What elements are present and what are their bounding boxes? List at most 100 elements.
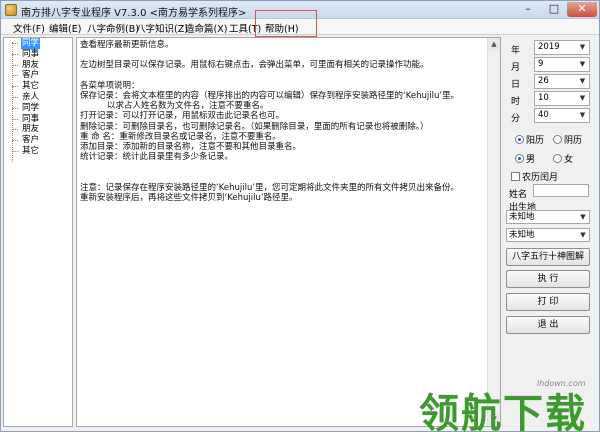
- tree-item[interactable]: 朋友: [4, 124, 72, 135]
- tree-item-label: 朋友: [22, 59, 40, 70]
- content-line: 保存记录：会将文本框里的内容（程序排出的内容可以编辑）保存到程序安装路径里的‘K…: [80, 90, 460, 101]
- tree-branch-line: [12, 64, 18, 66]
- tree-branch-line: [12, 53, 18, 55]
- tree-branch-line: [12, 118, 18, 120]
- menu-edit[interactable]: 编辑(E): [45, 21, 85, 35]
- tree-item-label: 亲人: [22, 91, 40, 102]
- solar-label: 阳历: [526, 136, 545, 146]
- tree-item[interactable]: 朋友: [4, 60, 72, 71]
- tree-item[interactable]: 同学: [4, 103, 72, 114]
- leap-month-checkbox-box: [511, 172, 520, 181]
- content-line: 以求占人姓名数为文件名，注意不要重名。: [80, 101, 269, 112]
- content-line: [80, 50, 480, 60]
- window-title: 南方排八字专业程序 V7.3.0 <南方易学系列程序>: [21, 8, 247, 19]
- leap-month-checkbox[interactable]: 农历闰月: [511, 170, 558, 183]
- dropdown-arrow-icon: ▼: [579, 94, 586, 102]
- solar-radio[interactable]: 阳历: [515, 133, 544, 146]
- tree-branch-line: [12, 129, 18, 131]
- tree-item-label: 同学: [22, 102, 40, 113]
- male-radio[interactable]: 男: [515, 152, 535, 165]
- chart-button[interactable]: 八字五行十神图解: [506, 248, 590, 266]
- day-value: 26: [538, 76, 549, 86]
- solar-radio-dot: [515, 135, 524, 144]
- tree-item-label: 客户: [22, 70, 40, 81]
- content-line: [80, 71, 480, 81]
- content-line: 重 命 名：重新修改目录名或记录名，注意不要重名。: [80, 131, 281, 142]
- tree-item[interactable]: 同事: [4, 49, 72, 60]
- content-textbox[interactable]: 查看程序最新更新信息。 左边树型目录可以保存记录。用鼠标右键点击，会弹出菜单，可里…: [76, 37, 501, 427]
- lunar-label: 阴历: [564, 136, 583, 146]
- tree-item-label: 同事: [22, 113, 40, 124]
- content-line: 注意：记录保存在程序安装路径里的‘Kehujilu’里，您可定期将此文件夹里的所…: [80, 182, 460, 193]
- tree-item[interactable]: 亲人: [4, 92, 72, 103]
- watermark-text: 领航下载: [419, 391, 587, 432]
- tree-item[interactable]: 其它: [4, 81, 72, 92]
- content-line: 重新安装程序后，再将这些文件拷贝到‘Kehujilu’路径里。: [80, 192, 298, 203]
- maximize-button[interactable]: □: [541, 2, 567, 17]
- app-logo-icon: [5, 4, 17, 16]
- tree-item-label: 其它: [22, 145, 40, 156]
- lunar-radio[interactable]: 阴历: [553, 133, 582, 146]
- help-menu-highlight-box: [255, 10, 317, 37]
- birthplace-value-2: 未知地: [509, 230, 535, 240]
- hour-select[interactable]: 10 ▼: [534, 91, 590, 106]
- year-label: 年: [511, 46, 521, 56]
- print-button[interactable]: 打 印: [506, 293, 590, 311]
- tree-item[interactable]: 其它: [4, 146, 72, 157]
- tree-item-label: 同学: [21, 38, 41, 49]
- month-select[interactable]: 9 ▼: [534, 57, 590, 72]
- minute-select[interactable]: 40 ▼: [534, 108, 590, 123]
- content-line: 添加目录：添加新的目录名称，注意不要和其他目录重名。: [80, 141, 302, 152]
- tree-branch-line: [12, 75, 18, 77]
- minimize-button[interactable]: –: [515, 2, 541, 17]
- birthplace-select-1[interactable]: 未知地 ▼: [506, 210, 590, 224]
- scroll-up-arrow-icon[interactable]: ▲: [488, 38, 500, 51]
- year-row: 年 2019 ▼: [505, 40, 597, 56]
- content-line: 各菜单项说明：: [80, 80, 140, 91]
- content-line: [80, 162, 480, 172]
- tree-item-label: 客户: [22, 135, 40, 146]
- menu-file[interactable]: 文件(F): [9, 21, 49, 35]
- dropdown-arrow-icon: ▼: [580, 231, 586, 239]
- tree-item[interactable]: 客户: [4, 135, 72, 146]
- content-line: 删除记录：可删除目录名，也可删除记录名。（如果删除目录，里面的所有记录也将被删除…: [80, 121, 429, 132]
- vertical-scrollbar[interactable]: ▲ ▼: [487, 38, 500, 426]
- record-tree[interactable]: 同学 同事 朋友 客户 其它 亲人 同学 同事 朋友 客户 其它: [3, 37, 73, 427]
- tree-item-label: 朋友: [22, 124, 40, 135]
- name-input[interactable]: [533, 184, 589, 197]
- execute-button[interactable]: 执 行: [506, 270, 590, 288]
- close-button[interactable]: ✕: [567, 2, 597, 17]
- female-label: 女: [564, 155, 574, 165]
- dropdown-arrow-icon: ▼: [579, 111, 586, 119]
- hour-row: 时 10 ▼: [505, 91, 597, 107]
- tree-item[interactable]: 客户: [4, 70, 72, 81]
- year-select[interactable]: 2019 ▼: [534, 40, 590, 55]
- day-select[interactable]: 26 ▼: [534, 74, 590, 89]
- content-line: 打开记录：可以打开记录，用鼠标双击此记录名也可。: [80, 111, 285, 122]
- input-panel: 年 2019 ▼ 月 9 ▼ 日 26 ▼ 时 10 ▼ 分 40 ▼ 阳历 阴历 男 女…: [505, 37, 597, 429]
- tree-branch-line: [12, 107, 18, 109]
- female-radio[interactable]: 女: [553, 152, 573, 165]
- dropdown-arrow-icon: ▼: [579, 60, 586, 68]
- tree-items: 同学 同事 朋友 客户 其它 亲人 同学 同事 朋友 客户 其它: [4, 38, 72, 157]
- dropdown-arrow-icon: ▼: [580, 213, 586, 221]
- name-row: 姓名: [505, 184, 597, 200]
- hour-value: 10: [538, 93, 549, 103]
- birthplace-select-2[interactable]: 未知地 ▼: [506, 228, 590, 242]
- tree-branch-line: [12, 96, 18, 98]
- tree-item[interactable]: 同学: [4, 38, 72, 49]
- exit-button[interactable]: 退 出: [506, 316, 590, 334]
- female-radio-dot: [553, 154, 562, 163]
- tree-branch-line: [12, 140, 18, 142]
- tree-branch-line: [12, 86, 18, 88]
- dropdown-arrow-icon: ▼: [579, 77, 586, 85]
- birthplace-value-1: 未知地: [509, 212, 535, 222]
- tree-item[interactable]: 同事: [4, 114, 72, 125]
- tree-branch-line: [12, 43, 18, 44]
- male-radio-dot: [515, 154, 524, 163]
- year-value: 2019: [538, 42, 560, 52]
- menu-zaoming[interactable]: 造命篇(X): [181, 21, 231, 35]
- watermark-logo: lhdown.com 领航下载: [419, 377, 599, 432]
- app-window: 南方排八字专业程序 V7.3.0 <南方易学系列程序> – □ ✕ 文件(F) …: [0, 0, 600, 432]
- dropdown-arrow-icon: ▼: [579, 43, 586, 51]
